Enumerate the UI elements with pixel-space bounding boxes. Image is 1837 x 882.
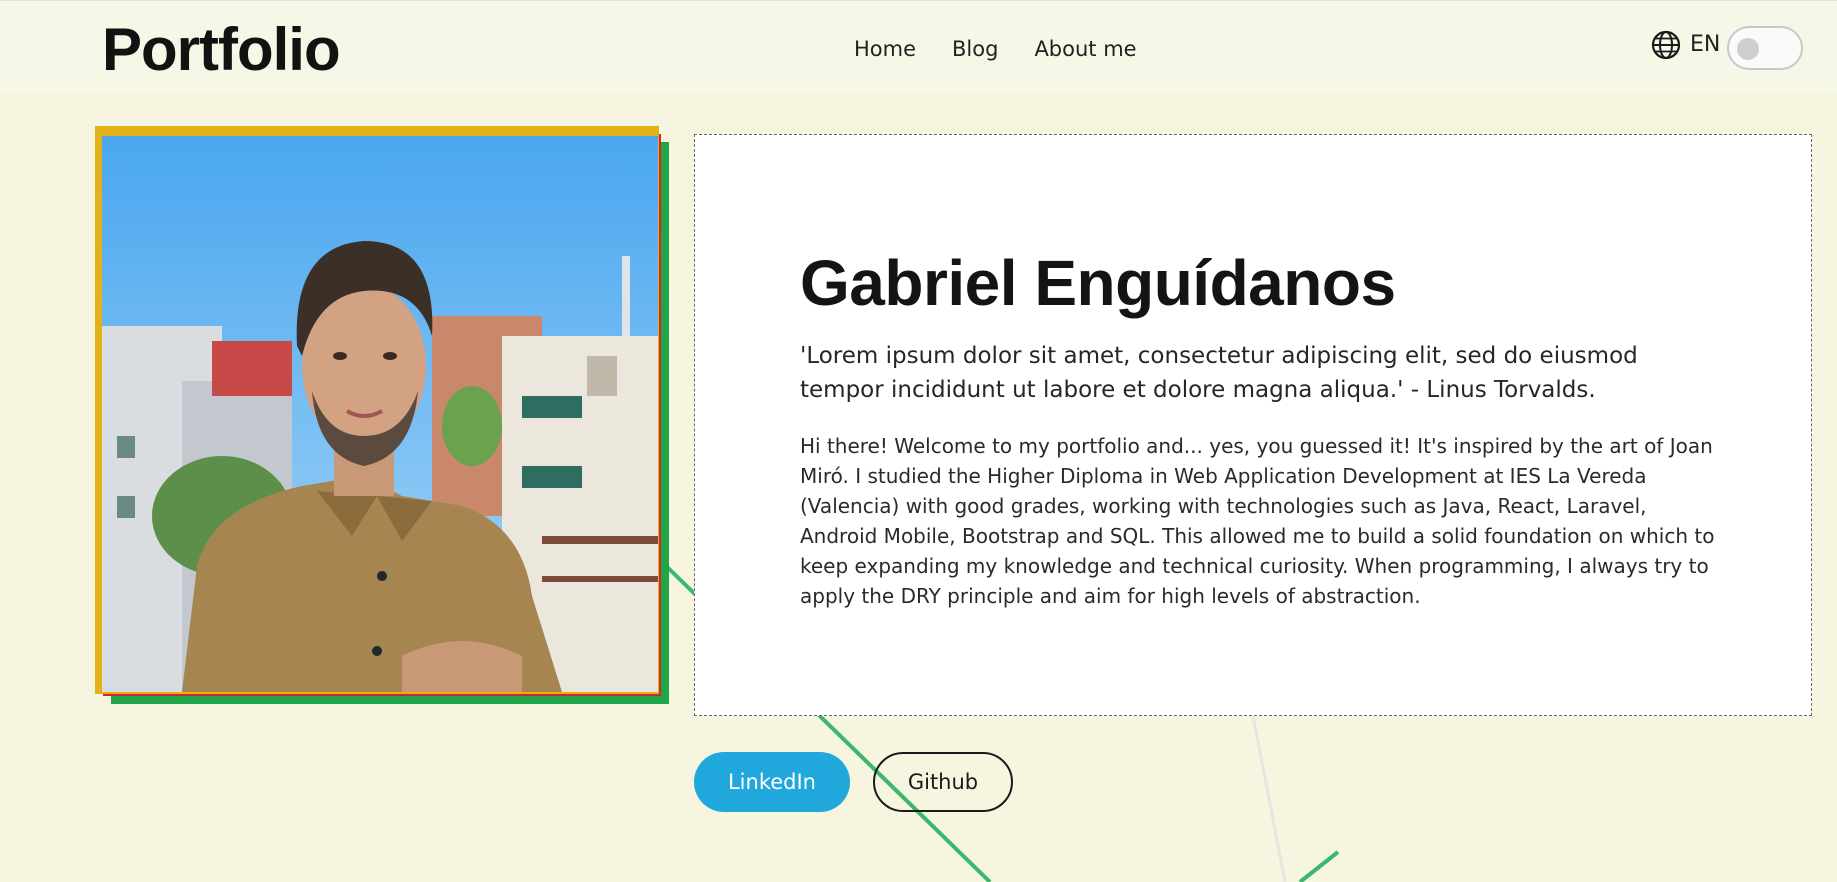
toggle-knob [1737, 38, 1759, 60]
intro-card: Gabriel Enguídanos 'Lorem ipsum dolor si… [694, 134, 1812, 716]
intro-quote: 'Lorem ipsum dolor sit amet, consectetur… [800, 343, 1638, 403]
nav-link-about[interactable]: About me [1034, 33, 1136, 65]
profile-name: Gabriel Enguídanos [800, 247, 1396, 319]
nav-link-blog[interactable]: Blog [952, 33, 998, 65]
main-nav: Home Blog About me [854, 33, 1137, 65]
site-logo[interactable]: Portfolio [102, 13, 341, 87]
language-code: EN [1690, 32, 1721, 57]
profile-photo [102, 136, 658, 692]
site-header: Portfolio Home Blog About me EN [0, 0, 1837, 93]
intro-bio: Hi there! Welcome to my portfolio and...… [800, 434, 1715, 608]
profile-photo-frame [95, 126, 669, 704]
globe-icon [1651, 30, 1681, 60]
nav-link-home[interactable]: Home [854, 33, 916, 65]
theme-toggle[interactable] [1727, 26, 1803, 70]
linkedin-button[interactable]: LinkedIn [694, 752, 850, 812]
language-selector[interactable]: EN [1650, 29, 1720, 61]
github-button[interactable]: Github [873, 752, 1013, 812]
